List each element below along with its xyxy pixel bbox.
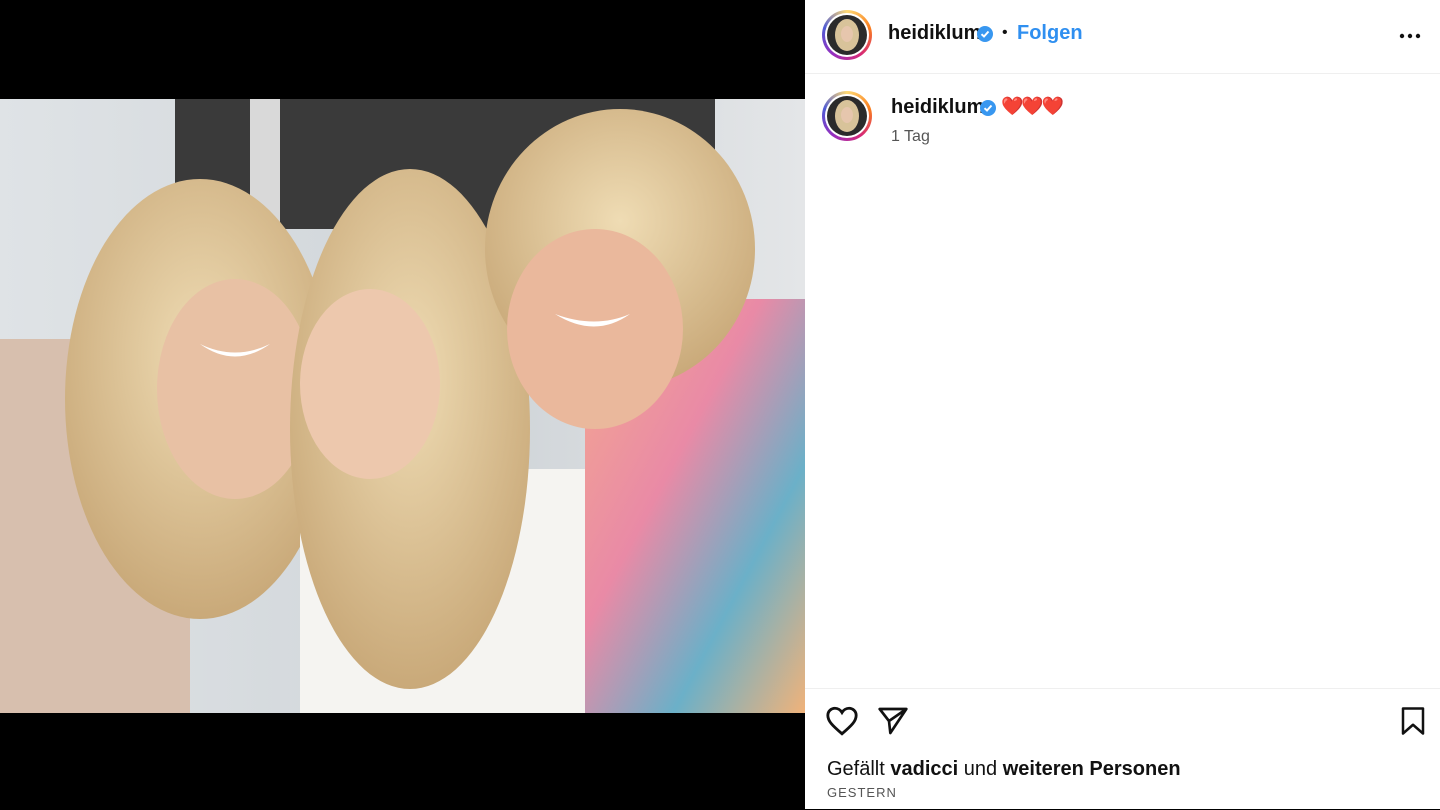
post-photo[interactable] (0, 99, 805, 713)
likes-summary: Gefällt vadicci und weiteren Personen (827, 758, 1181, 781)
caption-author-avatar[interactable] (822, 91, 872, 141)
avatar-image (827, 15, 867, 55)
other-likers-link[interactable]: weiteren Personen (1003, 758, 1181, 780)
bookmark-icon[interactable] (1400, 706, 1426, 736)
more-options-icon[interactable] (1398, 24, 1422, 48)
post-header: heidiklum • Folgen (805, 0, 1440, 74)
post-sidebar: heidiklum • Folgen heidiklum ❤️❤️❤️ 1 Ta… (805, 0, 1440, 809)
verified-badge-icon (977, 26, 993, 42)
post-age[interactable]: 1 Tag (891, 128, 930, 146)
verified-badge-icon (980, 100, 996, 116)
author-avatar[interactable] (822, 10, 872, 60)
liker-username[interactable]: vadicci (890, 758, 958, 780)
post-date: GESTERN (827, 785, 897, 800)
likes-connector: und (963, 758, 998, 780)
share-icon[interactable] (877, 706, 909, 736)
post-media[interactable] (0, 0, 805, 809)
follow-button[interactable]: Folgen (1017, 22, 1083, 45)
post-actions: Gefällt vadicci und weiteren Personen GE… (805, 688, 1440, 810)
caption-text: ❤️❤️❤️ (1001, 96, 1064, 116)
avatar-image (827, 96, 867, 136)
caption-username[interactable]: heidiklum (891, 96, 984, 119)
separator-dot: • (1002, 24, 1008, 41)
heart-icon[interactable] (825, 705, 859, 737)
author-username[interactable]: heidiklum (888, 22, 981, 45)
likes-prefix: Gefällt (827, 758, 885, 780)
